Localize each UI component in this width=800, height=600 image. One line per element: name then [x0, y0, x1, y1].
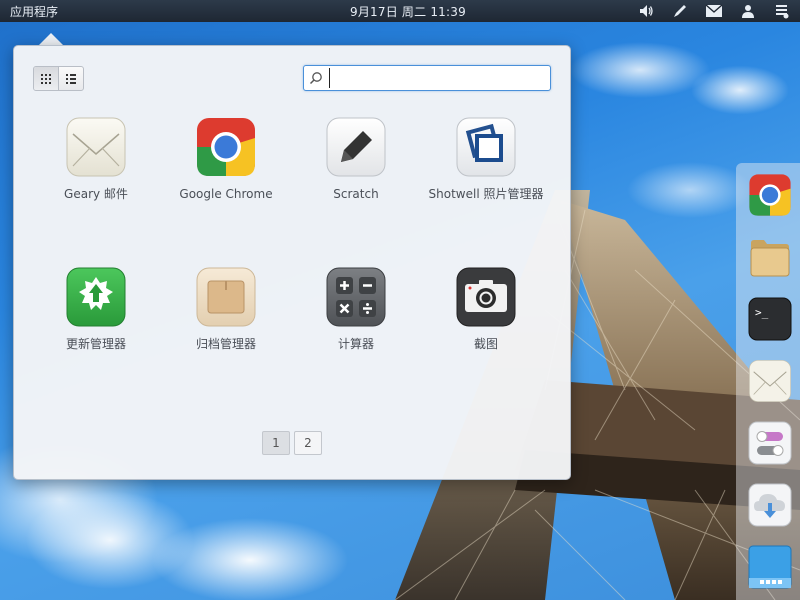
- app-label: Scratch: [333, 187, 379, 201]
- page-button-1[interactable]: 1: [262, 431, 290, 455]
- app-update-manager[interactable]: 更新管理器: [31, 266, 161, 352]
- top-panel: 应用程序 9月17日 周二 11:39: [0, 0, 800, 22]
- search-icon: [309, 68, 329, 88]
- app-screenshot[interactable]: 截图: [421, 266, 551, 352]
- search-input[interactable]: [329, 68, 544, 88]
- applications-menu-button[interactable]: 应用程序: [10, 3, 58, 20]
- dock-files-icon[interactable]: [748, 235, 792, 279]
- desktop: 应用程序 9月17日 周二 11:39 Geary 邮件 Google Chro…: [0, 0, 800, 600]
- dock-terminal-icon[interactable]: >_: [748, 297, 792, 341]
- app-calculator[interactable]: 计算器: [291, 266, 421, 352]
- app-google-chrome[interactable]: Google Chrome: [161, 116, 291, 202]
- menu-icon[interactable]: [772, 1, 792, 21]
- screenshot-icon: [455, 266, 517, 328]
- app-scratch[interactable]: Scratch: [291, 116, 421, 202]
- app-archive-manager[interactable]: 归档管理器: [161, 266, 291, 352]
- app-label: Geary 邮件: [64, 187, 128, 201]
- dock-cloud-download-icon[interactable]: [748, 483, 792, 527]
- svg-text:>_: >_: [755, 306, 769, 319]
- app-label: Shotwell 照片管理器: [428, 187, 544, 201]
- app-label: 计算器: [337, 337, 374, 351]
- pen-icon[interactable]: [670, 1, 690, 21]
- update-manager-icon: [65, 266, 127, 328]
- scratch-icon: [325, 116, 387, 178]
- category-view-icon[interactable]: [58, 67, 83, 90]
- app-label: 截图: [473, 337, 498, 351]
- application-launcher: Geary 邮件 Google Chrome Scratch Shotwell …: [13, 45, 571, 480]
- dock-chrome-icon[interactable]: [748, 173, 792, 217]
- page-button-2[interactable]: 2: [294, 431, 322, 455]
- volume-icon[interactable]: [636, 1, 656, 21]
- dock-desktop-icon[interactable]: [748, 545, 792, 589]
- chrome-icon: [195, 116, 257, 178]
- app-geary[interactable]: Geary 邮件: [31, 116, 161, 202]
- grid-view-icon[interactable]: [34, 67, 58, 90]
- geary-icon: [65, 116, 127, 178]
- page-switcher: 1 2: [262, 431, 322, 455]
- app-label: 归档管理器: [195, 337, 256, 351]
- app-shotwell[interactable]: Shotwell 照片管理器: [421, 116, 551, 202]
- user-icon[interactable]: [738, 1, 758, 21]
- search-field[interactable]: [303, 65, 551, 91]
- view-toggle: [33, 66, 84, 91]
- shotwell-icon: [455, 116, 517, 178]
- app-label: Google Chrome: [179, 187, 273, 201]
- calculator-icon: [325, 266, 387, 328]
- dock-switchboard-icon[interactable]: [748, 421, 792, 465]
- clock[interactable]: 9月17日 周二 11:39: [350, 3, 466, 20]
- indicators: [636, 1, 792, 21]
- mail-icon[interactable]: [704, 1, 724, 21]
- archive-manager-icon: [195, 266, 257, 328]
- dock-mail-icon[interactable]: [748, 359, 792, 403]
- app-label: 更新管理器: [65, 337, 126, 351]
